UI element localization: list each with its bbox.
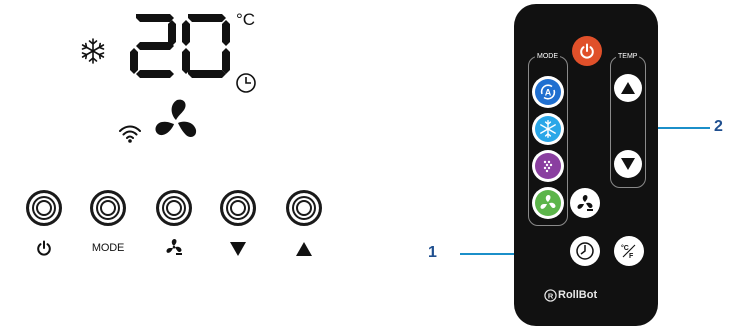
remote-timer-icon bbox=[576, 242, 594, 260]
timer-clock-icon bbox=[236, 73, 256, 93]
cool-snowflake-icon bbox=[540, 120, 556, 138]
callout-1-number: 1 bbox=[428, 244, 437, 261]
panel-power-button[interactable] bbox=[26, 190, 62, 226]
temp-down-icon bbox=[621, 158, 635, 170]
panel-temp-up-button[interactable] bbox=[286, 190, 322, 226]
svg-text:°C: °C bbox=[621, 244, 629, 252]
up-triangle-icon bbox=[296, 242, 312, 256]
control-panel: 20 °C bbox=[0, 0, 400, 328]
temp-up-icon bbox=[621, 82, 635, 94]
brand-name: RollBot bbox=[558, 289, 598, 301]
callout-2-number: 2 bbox=[714, 118, 723, 135]
down-triangle-icon bbox=[230, 242, 246, 256]
power-icon bbox=[37, 240, 51, 256]
temperature-display bbox=[130, 14, 230, 78]
auto-mode-icon: A bbox=[540, 84, 556, 100]
fan-speed-icon bbox=[155, 99, 197, 138]
wifi-icon bbox=[119, 125, 141, 143]
svg-text:A: A bbox=[545, 88, 552, 98]
panel-mode-button[interactable] bbox=[90, 190, 126, 226]
fan-mode-icon bbox=[540, 195, 556, 209]
panel-temp-down-button[interactable] bbox=[220, 190, 256, 226]
mode-label: MODE bbox=[91, 242, 125, 254]
remote-power-icon bbox=[580, 43, 594, 59]
svg-text:R: R bbox=[548, 291, 554, 300]
remote-fan-speed-icon bbox=[577, 195, 593, 211]
fan-icon bbox=[166, 239, 182, 255]
mode-panel-title: MODE bbox=[535, 53, 560, 60]
brand-logo-icon: R bbox=[544, 289, 557, 302]
temp-panel-title: TEMP bbox=[616, 53, 640, 60]
temperature-unit: °C bbox=[236, 10, 256, 29]
panel-fan-button[interactable] bbox=[156, 190, 192, 226]
dry-mode-icon bbox=[543, 160, 553, 173]
celsius-fahrenheit-icon: °C F bbox=[621, 244, 636, 260]
snowflake-icon bbox=[81, 38, 105, 64]
svg-text:F: F bbox=[629, 253, 634, 260]
